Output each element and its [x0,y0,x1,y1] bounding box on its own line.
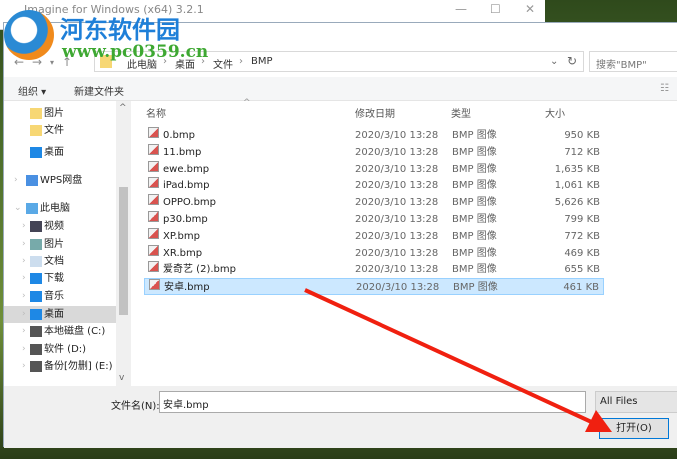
red-arrow-annotation [304,288,612,432]
